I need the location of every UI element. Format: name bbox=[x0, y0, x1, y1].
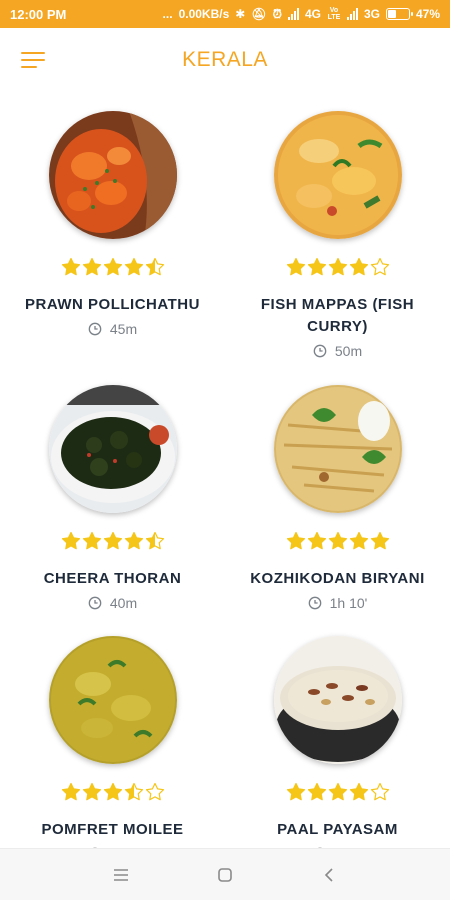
rating-stars bbox=[0, 257, 225, 283]
status-dots: ... bbox=[162, 7, 173, 21]
rating-stars bbox=[0, 782, 225, 808]
rating-stars bbox=[225, 531, 450, 557]
pomfret-moilee-image bbox=[49, 636, 177, 764]
star-icon bbox=[328, 782, 347, 801]
cook-time-value: 45m bbox=[109, 321, 138, 337]
bluetooth-icon: ✱ bbox=[235, 7, 246, 21]
recipe-name: PRAWN POLLICHATHU bbox=[25, 296, 200, 313]
clock-icon bbox=[313, 344, 327, 358]
star-icon bbox=[124, 257, 143, 276]
status-indicators: ... 0.00KB/s ✱ 🔕︎ ⏰︎ 4G Vo LTE 3G 47% bbox=[163, 7, 440, 22]
recipe-card[interactable]: CHEERA THORAN 40m bbox=[0, 385, 225, 625]
star-icon bbox=[145, 257, 164, 276]
star-icon bbox=[124, 531, 143, 550]
status-bar: 12:00 PM ... 0.00KB/s ✱ 🔕︎ ⏰︎ 4G Vo LTE … bbox=[0, 0, 450, 28]
star-icon bbox=[82, 782, 101, 801]
star-icon bbox=[103, 257, 122, 276]
recipe-card[interactable]: PRAWN POLLICHATHU 45m bbox=[0, 111, 225, 351]
recipe-card[interactable]: KOZHIKODAN BIRYANI 1h 10' bbox=[225, 385, 450, 625]
battery-icon bbox=[385, 8, 413, 20]
status-network-1: 4G bbox=[304, 7, 321, 21]
signal-icon bbox=[287, 8, 299, 20]
cook-time-value: 50m bbox=[334, 343, 363, 359]
status-battery: 47% bbox=[415, 7, 440, 21]
cook-time: 45m bbox=[0, 321, 225, 337]
system-nav-bar bbox=[0, 848, 450, 900]
star-icon bbox=[145, 782, 164, 801]
recipe-name: POMFRET MOILEE bbox=[41, 821, 184, 838]
cook-time-value: 40m bbox=[109, 595, 138, 611]
recipe-card[interactable]: POMFRET MOILEE 40m bbox=[0, 636, 225, 876]
star-icon bbox=[61, 257, 80, 276]
star-icon bbox=[82, 257, 101, 276]
prawn-curry-image bbox=[49, 111, 177, 239]
recipe-name: FISH MAPPAS (FISH CURRY) bbox=[260, 296, 415, 335]
alarm-icon: ⏰︎ bbox=[272, 6, 282, 21]
star-icon bbox=[286, 782, 305, 801]
clock-icon bbox=[88, 322, 102, 336]
cook-time: 50m bbox=[225, 343, 450, 359]
fish-curry-image bbox=[274, 111, 402, 239]
page-title: KERALA bbox=[182, 48, 268, 71]
star-icon bbox=[349, 531, 368, 550]
status-speed: 0.00KB/s bbox=[178, 7, 230, 21]
recipe-card[interactable]: FISH MAPPAS (FISH CURRY) 50m bbox=[225, 111, 450, 371]
cook-time: 40m bbox=[0, 595, 225, 611]
star-icon bbox=[328, 531, 347, 550]
star-icon bbox=[349, 782, 368, 801]
status-time: 12:00 PM bbox=[10, 6, 67, 22]
cook-time: 1h 10' bbox=[225, 595, 450, 611]
clock-icon bbox=[88, 596, 102, 610]
star-icon bbox=[370, 782, 389, 801]
star-icon bbox=[103, 531, 122, 550]
signal-icon bbox=[346, 8, 358, 20]
status-volte: Vo LTE bbox=[327, 7, 341, 21]
bell-off-icon: 🔕︎ bbox=[251, 7, 267, 21]
star-icon bbox=[61, 531, 80, 550]
star-icon bbox=[103, 782, 122, 801]
star-icon bbox=[307, 257, 326, 276]
recipe-card[interactable]: PAAL PAYASAM 55m bbox=[225, 636, 450, 876]
star-icon bbox=[370, 257, 389, 276]
star-icon bbox=[328, 257, 347, 276]
star-icon bbox=[61, 782, 80, 801]
rating-stars bbox=[225, 782, 450, 808]
cook-time-value: 1h 10' bbox=[329, 595, 368, 611]
app-bar: KERALA bbox=[0, 28, 450, 94]
star-icon bbox=[349, 257, 368, 276]
back-icon[interactable] bbox=[317, 863, 341, 887]
paal-payasam-image bbox=[274, 636, 402, 764]
star-icon bbox=[145, 531, 164, 550]
rating-stars bbox=[0, 531, 225, 557]
recipe-name: KOZHIKODAN BIRYANI bbox=[250, 570, 425, 587]
status-network-2: 3G bbox=[363, 7, 380, 21]
biryani-image bbox=[274, 385, 402, 513]
star-icon bbox=[307, 531, 326, 550]
star-icon bbox=[124, 782, 143, 801]
rating-stars bbox=[225, 257, 450, 283]
star-icon bbox=[307, 782, 326, 801]
cheera-thoran-image bbox=[49, 385, 177, 513]
recents-icon[interactable] bbox=[109, 863, 133, 887]
star-icon bbox=[286, 257, 305, 276]
star-icon bbox=[286, 531, 305, 550]
star-icon bbox=[82, 531, 101, 550]
recipe-name: PAAL PAYASAM bbox=[277, 821, 398, 838]
recipe-name: CHEERA THORAN bbox=[43, 570, 182, 587]
clock-icon bbox=[308, 596, 321, 610]
home-icon[interactable] bbox=[213, 863, 237, 887]
star-icon bbox=[370, 531, 389, 550]
